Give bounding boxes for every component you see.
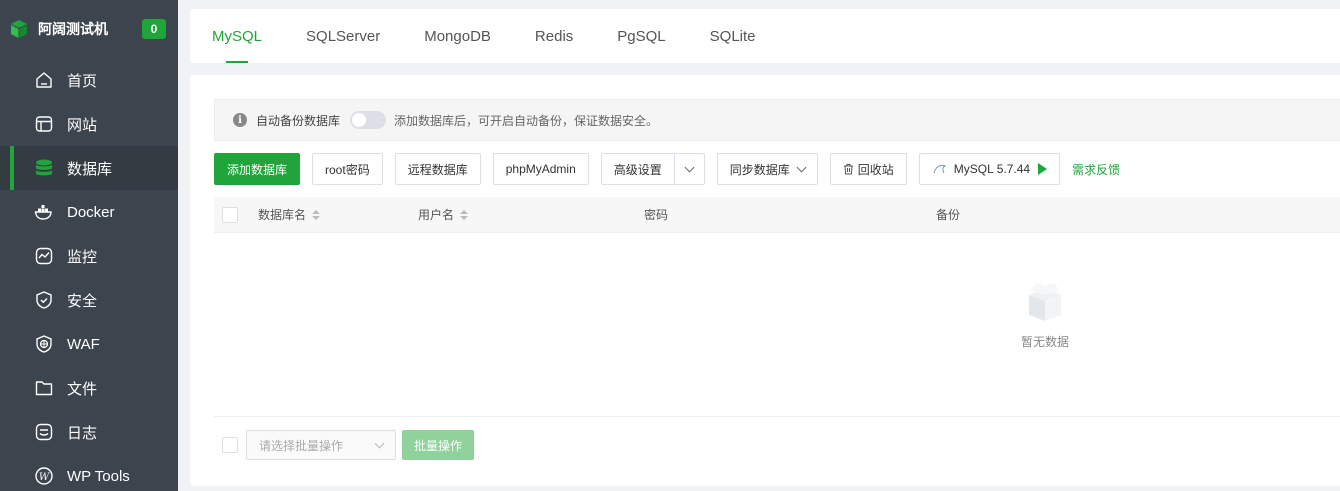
play-icon [1038, 163, 1048, 175]
advanced-settings-toggle[interactable] [673, 154, 704, 184]
phpmyadmin-button[interactable]: phpMyAdmin [492, 153, 589, 185]
advanced-settings-button[interactable]: 高级设置 [602, 154, 674, 184]
empty-message: 暂无数据 [1020, 335, 1069, 349]
tab-mongodb[interactable]: MongoDB [424, 9, 491, 63]
info-icon: i [233, 113, 247, 127]
mysql-dolphin-icon [933, 164, 946, 174]
auto-backup-label: 自动备份数据库 [256, 113, 341, 128]
sidebar-item-website[interactable]: 网站 [0, 102, 178, 146]
empty-state: 暂无数据 [190, 275, 1340, 350]
sort-icon [460, 209, 469, 220]
chevron-down-icon [374, 438, 385, 448]
auto-backup-toggle[interactable] [350, 111, 387, 129]
tab-sqlite[interactable]: SQLite [710, 9, 756, 63]
root-password-button[interactable]: root密码 [312, 153, 383, 185]
database-type-tabs: MySQL SQLServer MongoDB Redis PgSQL SQLi… [190, 9, 1340, 63]
website-icon [34, 114, 54, 134]
sidebar-item-wp-tools[interactable]: W WP Tools [0, 454, 178, 491]
sidebar-item-label: 日志 [67, 424, 98, 442]
sidebar: 阿阔测试机 0 首页 网站 数据库 Docker 监控 安全 WAF 文件 日志… [0, 0, 178, 491]
server-name: 阿阔测试机 [38, 21, 108, 37]
batch-operation-button[interactable]: 批量操作 [402, 430, 475, 460]
table-header: 数据库名 用户名 密码 备份 [214, 197, 1340, 233]
batch-operation-select[interactable]: 请选择批量操作 [246, 430, 396, 460]
select-all-checkbox[interactable] [222, 206, 238, 223]
sidebar-item-monitor[interactable]: 监控 [0, 234, 178, 278]
sidebar-item-security[interactable]: 安全 [0, 278, 178, 322]
chevron-down-icon [796, 162, 807, 172]
sync-database-dropdown[interactable]: 同步数据库 [716, 153, 818, 185]
tab-sqlserver[interactable]: SQLServer [306, 9, 380, 63]
tab-redis[interactable]: Redis [535, 9, 573, 63]
batch-select-placeholder: 请选择批量操作 [259, 438, 344, 453]
svg-text:W: W [39, 472, 50, 483]
sort-icon [312, 209, 321, 220]
tab-mysql[interactable]: MySQL [212, 9, 262, 63]
sidebar-item-database[interactable]: 数据库 [0, 146, 178, 190]
toolbar: 添加数据库 root密码 远程数据库 phpMyAdmin 高级设置 同步数据库… [214, 153, 1120, 185]
batch-footer: 请选择批量操作 批量操作 [222, 430, 475, 460]
sidebar-item-waf[interactable]: WAF [0, 322, 178, 366]
column-backup: 备份 [936, 208, 961, 222]
sidebar-item-label: 监控 [67, 248, 98, 266]
sidebar-item-files[interactable]: 文件 [0, 366, 178, 410]
docker-icon [34, 202, 54, 222]
sidebar-item-label: 数据库 [67, 160, 113, 178]
server-logo-icon [11, 20, 27, 38]
column-label: 数据库名 [258, 208, 307, 222]
footer-select-all-checkbox[interactable] [222, 437, 238, 453]
sidebar-item-home[interactable]: 首页 [0, 58, 178, 102]
shield-icon [34, 290, 54, 310]
column-username[interactable]: 用户名 [418, 206, 469, 223]
waf-icon [34, 334, 54, 354]
divider [214, 416, 1340, 417]
chevron-down-icon [684, 162, 695, 172]
sidebar-item-label: 网站 [67, 116, 98, 134]
recycle-bin-label: 回收站 [857, 162, 894, 177]
sidebar-item-label: 安全 [67, 292, 98, 310]
recycle-bin-button[interactable]: 回收站 [829, 153, 907, 185]
column-database-name[interactable]: 数据库名 [258, 206, 321, 223]
sidebar-item-logs[interactable]: 日志 [0, 410, 178, 454]
feedback-link[interactable]: 需求反馈 [1072, 161, 1120, 178]
sidebar-item-label: 首页 [67, 72, 98, 90]
sidebar-item-label: WAF [67, 335, 100, 353]
sidebar-item-label: 文件 [67, 380, 98, 398]
notification-badge[interactable]: 0 [142, 19, 166, 39]
sync-database-label: 同步数据库 [729, 162, 790, 177]
sidebar-item-label: Docker [67, 203, 115, 221]
sidebar-item-label: WP Tools [67, 467, 130, 485]
brand: 阿阔测试机 0 [0, 0, 178, 58]
log-icon [34, 422, 54, 442]
auto-backup-notice: i 自动备份数据库 添加数据库后，可开启自动备份，保证数据安全。 [214, 99, 1340, 141]
add-database-button[interactable]: 添加数据库 [214, 153, 301, 185]
mysql-version-button[interactable]: MySQL 5.7.44 [918, 153, 1061, 185]
wordpress-icon: W [34, 466, 54, 486]
advanced-settings-dropdown: 高级设置 [600, 153, 705, 185]
trash-icon [843, 164, 853, 175]
database-panel: i 自动备份数据库 添加数据库后，可开启自动备份，保证数据安全。 添加数据库 r… [190, 75, 1340, 486]
database-icon [34, 158, 54, 178]
tab-pgsql[interactable]: PgSQL [617, 9, 665, 63]
toggle-knob [352, 113, 367, 127]
empty-box-icon [1029, 283, 1061, 321]
sidebar-item-docker[interactable]: Docker [0, 190, 178, 234]
column-password: 密码 [644, 208, 669, 222]
remote-database-button[interactable]: 远程数据库 [394, 153, 481, 185]
monitor-icon [34, 246, 54, 266]
home-icon [34, 70, 54, 90]
column-label: 用户名 [418, 208, 455, 222]
folder-icon [34, 378, 54, 398]
auto-backup-hint: 添加数据库后，可开启自动备份，保证数据安全。 [394, 113, 659, 128]
mysql-version-label: MySQL 5.7.44 [953, 162, 1031, 176]
